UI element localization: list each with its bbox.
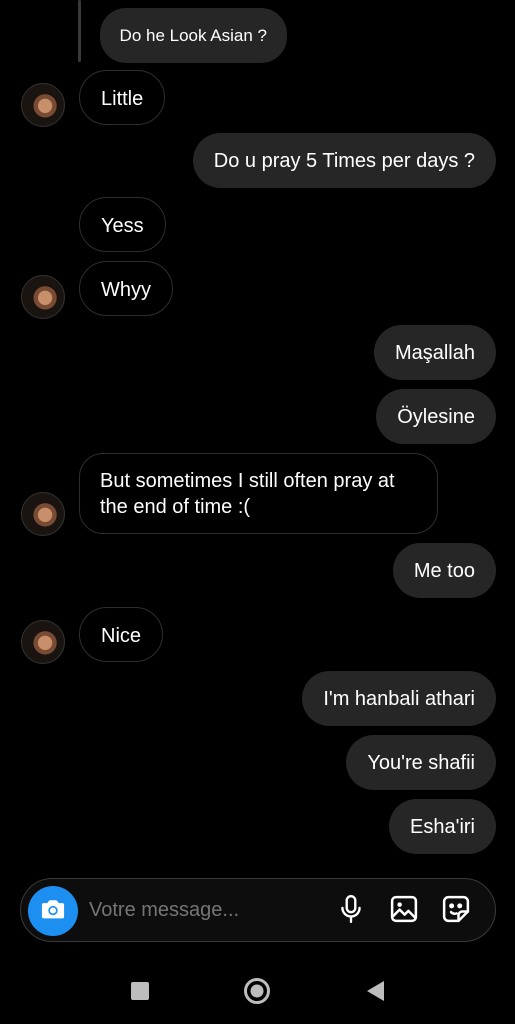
camera-icon	[39, 895, 67, 928]
sticker-icon	[441, 894, 471, 929]
gallery-button[interactable]	[388, 895, 420, 927]
incoming-message[interactable]: Yess	[79, 197, 166, 252]
back-button[interactable]	[360, 978, 390, 1008]
home-circle-icon	[243, 977, 271, 1010]
message-input[interactable]	[89, 899, 319, 922]
avatar[interactable]	[21, 83, 65, 127]
home-button[interactable]	[242, 977, 272, 1010]
outgoing-message[interactable]: Maşallah	[373, 325, 496, 380]
recents-square-icon	[130, 981, 150, 1006]
avatar[interactable]	[21, 620, 65, 664]
recents-button[interactable]	[125, 978, 155, 1008]
outgoing-message[interactable]: Do u pray 5 Times per days ?	[192, 133, 496, 188]
microphone-button[interactable]	[335, 894, 367, 929]
camera-button[interactable]	[28, 886, 78, 936]
outgoing-message[interactable]: Me too	[392, 543, 496, 598]
gallery-icon	[389, 894, 419, 929]
incoming-message[interactable]: But sometimes I still often pray at the …	[79, 453, 438, 534]
avatar[interactable]	[21, 275, 65, 319]
sticker-button[interactable]	[440, 895, 472, 927]
back-triangle-icon	[364, 979, 386, 1008]
incoming-message[interactable]: Nice	[79, 607, 164, 662]
outgoing-message[interactable]: I'm hanbali athari	[302, 671, 496, 726]
outgoing-message[interactable]: You're shafii	[346, 735, 496, 790]
system-navigation-bar	[0, 960, 515, 1024]
microphone-icon	[338, 894, 364, 929]
outgoing-message[interactable]: Öylesine	[376, 389, 496, 444]
outgoing-message[interactable]: Esha'iri	[389, 799, 496, 854]
avatar[interactable]	[21, 492, 65, 536]
incoming-message[interactable]: Little	[79, 70, 166, 125]
incoming-message[interactable]: Whyy	[79, 261, 173, 316]
message-composer	[20, 878, 496, 942]
reply-indicator-bar	[78, 0, 81, 62]
reply-quote-bubble[interactable]: Do he Look Asian ?	[99, 8, 287, 63]
